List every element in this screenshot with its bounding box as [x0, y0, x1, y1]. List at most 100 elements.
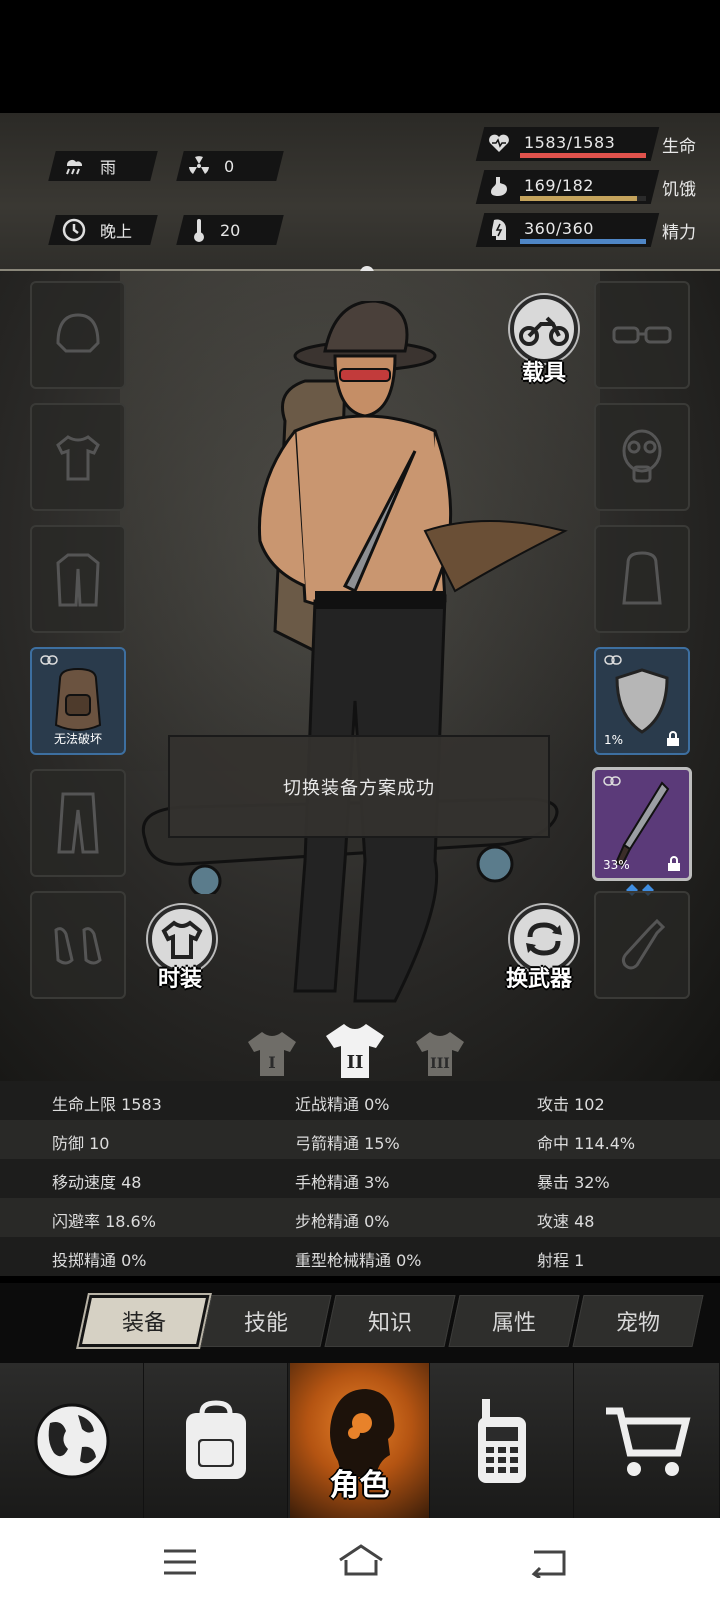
time-of-day-text: 晚上: [100, 222, 133, 241]
link-icon: [604, 655, 622, 665]
hunger-bar: 169/182 饥饿: [475, 170, 705, 206]
tab-pets[interactable]: 宠物: [572, 1295, 704, 1347]
radiation-value: 0: [224, 156, 235, 176]
lock-icon: [667, 731, 679, 746]
stat-attack-speed: 攻速 48: [537, 1212, 595, 1231]
switch-weapon-label: 换武器: [506, 967, 573, 992]
hunger-fill: [520, 196, 638, 201]
status-header: 雨 0 晚上 20 1583/1583 生命 169/182 饥饿 360/36…: [0, 113, 720, 359]
swap-icon: [526, 922, 562, 956]
tab-knowledge[interactable]: 知识: [324, 1295, 456, 1347]
tab-attributes-label: 属性: [491, 1311, 536, 1336]
gas-mask-icon: [622, 429, 662, 483]
home-icon[interactable]: [338, 1544, 384, 1578]
rain-icon: [66, 160, 83, 175]
character-panel: 无法破坏 1% 33% 载具 时装 换武器: [0, 271, 720, 1081]
stat-attack: 攻击 102: [537, 1095, 605, 1114]
slot-weapon[interactable]: 33%: [592, 767, 692, 881]
heart-icon: [489, 134, 509, 152]
stats-table: 生命上限 1583 近战精通 0% 攻击 102 防御 10 弓箭精通 15% …: [0, 1081, 720, 1281]
stat-range: 射程 1: [537, 1251, 585, 1270]
character-tabs: 装备 技能 知识 属性 宠物: [0, 1283, 720, 1363]
slot-mask[interactable]: [594, 403, 690, 511]
toast-message: 切换装备方案成功: [168, 735, 550, 838]
nav-shop[interactable]: [574, 1363, 720, 1518]
coat-icon: [56, 553, 100, 607]
outfit-set-3-label: III: [430, 1056, 450, 1072]
nav-inventory[interactable]: [144, 1363, 288, 1518]
outfit-set-1-label: I: [268, 1053, 275, 1072]
slot-glasses[interactable]: [594, 281, 690, 389]
tab-equipment[interactable]: 装备: [76, 1293, 212, 1349]
stat-throw-mastery: 投掷精通 0%: [52, 1251, 147, 1270]
thermometer-icon: [194, 219, 204, 242]
bottle-icon: [621, 918, 666, 970]
outfit-set-3-button[interactable]: III: [412, 1028, 468, 1080]
walkie-talkie-icon: [477, 1398, 526, 1483]
vehicle-button[interactable]: [510, 295, 578, 363]
glasses-icon: [612, 326, 672, 344]
stomach-icon: [491, 177, 507, 196]
outfit-set-1-button[interactable]: I: [244, 1028, 300, 1080]
helmet-icon: [56, 313, 100, 353]
shield-durability: 1%: [604, 733, 624, 747]
energy-track: [520, 239, 646, 244]
slot-coat[interactable]: [30, 525, 126, 633]
machete-icon: [614, 781, 670, 867]
tab-pets-label: 宠物: [615, 1311, 660, 1336]
tab-skills-label: 技能: [243, 1311, 288, 1336]
hunger-track: [520, 196, 646, 201]
radiation-pill: 0: [188, 151, 234, 181]
slot-throwable[interactable]: [594, 891, 690, 999]
slot-shield[interactable]: 1%: [594, 647, 690, 755]
motorcycle-icon: [519, 316, 569, 346]
nav-radio[interactable]: [430, 1363, 574, 1518]
nav-world-map[interactable]: [0, 1363, 144, 1518]
menu-icon[interactable]: [162, 1548, 198, 1576]
status-bar-area: [0, 0, 720, 113]
fashion-label: 时装: [158, 967, 203, 992]
link-icon: [603, 776, 621, 786]
vehicle-label: 载具: [522, 361, 567, 386]
slot-shoes[interactable]: [30, 891, 126, 999]
stat-pistol-mastery: 手枪精通 3%: [295, 1173, 390, 1192]
tshirt-icon: [56, 435, 100, 481]
tshirt-icon: [161, 920, 203, 959]
pants-icon: [57, 792, 99, 854]
health-bar: 1583/1583 生命: [475, 127, 705, 163]
energy-icon: [492, 219, 506, 240]
stats-row: 防御 10 弓箭精通 15% 命中 114.4%: [0, 1120, 720, 1159]
stats-row: 生命上限 1583 近战精通 0% 攻击 102: [0, 1081, 720, 1120]
slot-bag[interactable]: [594, 525, 690, 633]
slot-backpack[interactable]: 无法破坏: [30, 647, 126, 755]
health-label: 生命: [662, 137, 696, 157]
bottom-nav: 角色: [0, 1363, 720, 1518]
slot-pants[interactable]: [30, 769, 126, 877]
stat-melee-mastery: 近战精通 0%: [295, 1095, 390, 1114]
back-icon[interactable]: [530, 1548, 568, 1578]
slot-shirt[interactable]: [30, 403, 126, 511]
globe-icon: [34, 1403, 109, 1478]
outfit-set-2-label: II: [347, 1052, 364, 1073]
energy-fill: [520, 239, 646, 244]
stat-accuracy: 命中 114.4%: [537, 1134, 636, 1153]
system-nav-bar: [0, 1518, 720, 1605]
backpack-icon: [185, 1399, 246, 1479]
stat-rifle-mastery: 步枪精通 0%: [295, 1212, 390, 1231]
slot-head[interactable]: [30, 281, 126, 389]
link-icon: [40, 655, 58, 665]
bag-icon: [622, 551, 662, 605]
nav-character-label: 角色: [329, 1468, 390, 1503]
tab-skills[interactable]: 技能: [200, 1295, 332, 1347]
nav-character[interactable]: 角色: [290, 1363, 430, 1518]
clock-icon: [62, 218, 86, 242]
hunger-label: 饥饿: [662, 180, 696, 200]
weather-pill: 雨: [62, 151, 116, 181]
tab-attributes[interactable]: 属性: [448, 1295, 580, 1347]
shoes-icon: [54, 927, 102, 965]
radiation-icon: [189, 156, 209, 174]
energy-bar: 360/360 精力: [475, 213, 705, 249]
lock-icon: [668, 856, 680, 871]
outfit-set-2-button[interactable]: II: [322, 1020, 388, 1082]
health-track: [520, 153, 646, 158]
